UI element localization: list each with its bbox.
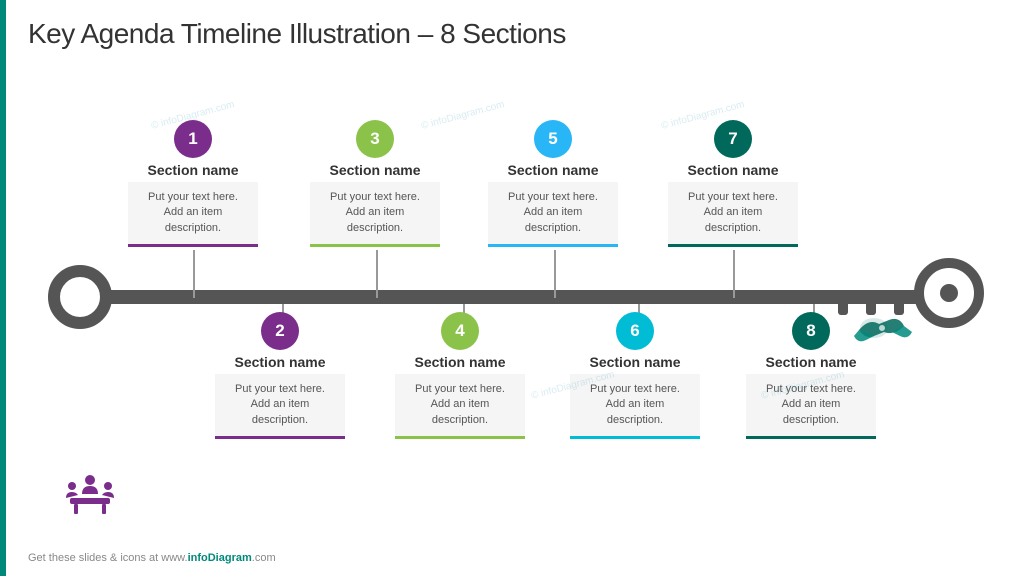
footer-brand: infoDiagram bbox=[188, 552, 252, 564]
section-box-6: Put your text here. Add an item descript… bbox=[570, 374, 700, 439]
key-tooth-1 bbox=[838, 297, 848, 315]
section-name-8: Section name bbox=[765, 354, 856, 370]
section-box-8: Put your text here. Add an item descript… bbox=[746, 374, 876, 439]
page-title: Key Agenda Timeline Illustration – 8 Sec… bbox=[28, 18, 566, 50]
accent-bar bbox=[0, 0, 6, 576]
section-name-2: Section name bbox=[234, 354, 325, 370]
footer: Get these slides & icons at www.infoDiag… bbox=[28, 552, 276, 564]
section-item-4: 4 Section name Put your text here. Add a… bbox=[395, 312, 525, 439]
section-box-3: Put your text here. Add an item descript… bbox=[310, 182, 440, 247]
connector-7 bbox=[733, 250, 735, 298]
connector-5 bbox=[554, 250, 556, 298]
section-box-4: Put your text here. Add an item descript… bbox=[395, 374, 525, 439]
connector-1 bbox=[193, 250, 195, 298]
connector-3 bbox=[376, 250, 378, 298]
key-shaft bbox=[80, 290, 944, 304]
section-number-3: 3 bbox=[356, 120, 394, 158]
section-name-4: Section name bbox=[414, 354, 505, 370]
section-box-5: Put your text here. Add an item descript… bbox=[488, 182, 618, 247]
section-item-6: 6 Section name Put your text here. Add a… bbox=[570, 312, 700, 439]
section-number-1: 1 bbox=[174, 120, 212, 158]
section-item-5: 5 Section name Put your text here. Add a… bbox=[488, 120, 618, 247]
section-name-5: Section name bbox=[507, 162, 598, 178]
section-number-7: 7 bbox=[714, 120, 752, 158]
key-head-right bbox=[914, 258, 984, 328]
section-number-8: 8 bbox=[792, 312, 830, 350]
section-name-6: Section name bbox=[589, 354, 680, 370]
section-item-2: 2 Section name Put your text here. Add a… bbox=[215, 312, 345, 439]
key-circle-left bbox=[48, 265, 112, 329]
timeline-container: 1 Section name Put your text here. Add a… bbox=[20, 90, 1004, 490]
section-number-5: 5 bbox=[534, 120, 572, 158]
page: Key Agenda Timeline Illustration – 8 Sec… bbox=[0, 0, 1024, 576]
section-number-6: 6 bbox=[616, 312, 654, 350]
section-item-3: 3 Section name Put your text here. Add a… bbox=[310, 120, 440, 247]
section-name-7: Section name bbox=[687, 162, 778, 178]
section-number-2: 2 bbox=[261, 312, 299, 350]
section-item-7: 7 Section name Put your text here. Add a… bbox=[668, 120, 798, 247]
section-item-1: 1 Section name Put your text here. Add a… bbox=[128, 120, 258, 247]
section-box-7: Put your text here. Add an item descript… bbox=[668, 182, 798, 247]
section-box-1: Put your text here. Add an item descript… bbox=[128, 182, 258, 247]
footer-text: Get these slides & icons at www. bbox=[28, 552, 188, 564]
meeting-icon bbox=[60, 470, 120, 535]
footer-suffix: .com bbox=[252, 552, 276, 564]
handshake-icon bbox=[854, 308, 914, 366]
section-box-2: Put your text here. Add an item descript… bbox=[215, 374, 345, 439]
section-number-4: 4 bbox=[441, 312, 479, 350]
section-name-1: Section name bbox=[147, 162, 238, 178]
section-name-3: Section name bbox=[329, 162, 420, 178]
